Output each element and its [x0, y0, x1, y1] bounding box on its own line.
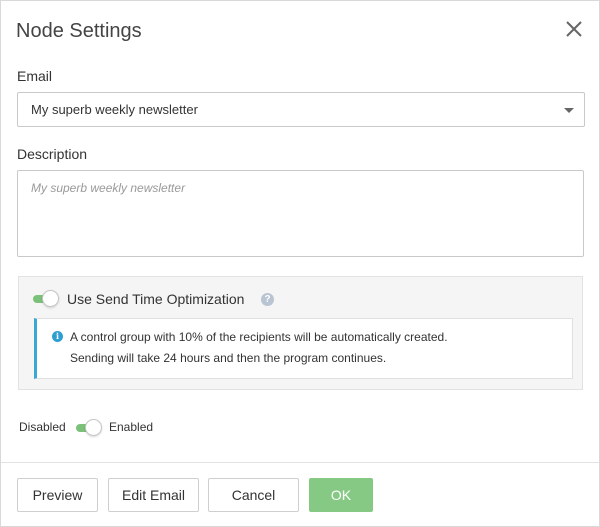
info-icon: i	[52, 331, 63, 342]
enabled-toggle[interactable]	[76, 419, 102, 437]
send-time-optimization-panel: Use Send Time Optimization ? i A control…	[18, 276, 583, 390]
send-time-optimization-label: Use Send Time Optimization	[67, 291, 245, 307]
toggle-knob	[85, 419, 102, 436]
info-line-1: A control group with 10% of the recipien…	[70, 330, 448, 344]
close-icon[interactable]	[563, 18, 585, 40]
disabled-label: Disabled	[19, 420, 66, 434]
help-icon[interactable]: ?	[261, 293, 274, 306]
description-placeholder: My superb weekly newsletter	[31, 181, 186, 195]
dialog-footer: Preview Edit Email Cancel OK	[1, 462, 599, 527]
info-line-2: Sending will take 24 hours and then the …	[70, 351, 387, 365]
email-label: Email	[17, 68, 53, 84]
info-notice: i A control group with 10% of the recipi…	[34, 318, 573, 379]
dialog-title: Node Settings	[16, 20, 142, 42]
edit-email-button[interactable]: Edit Email	[108, 478, 199, 512]
cancel-button[interactable]: Cancel	[208, 478, 299, 512]
preview-button[interactable]: Preview	[17, 478, 98, 512]
send-time-optimization-toggle[interactable]	[33, 290, 59, 308]
chevron-down-icon	[564, 108, 574, 113]
ok-button[interactable]: OK	[309, 478, 373, 512]
email-select-value: My superb weekly newsletter	[31, 102, 198, 117]
description-label: Description	[17, 146, 88, 162]
email-select[interactable]: My superb weekly newsletter	[17, 92, 585, 127]
node-settings-dialog: Node Settings Email My superb weekly new…	[0, 0, 600, 527]
enabled-label: Enabled	[109, 420, 154, 434]
toggle-knob	[42, 290, 59, 307]
description-field[interactable]: My superb weekly newsletter	[17, 170, 584, 257]
